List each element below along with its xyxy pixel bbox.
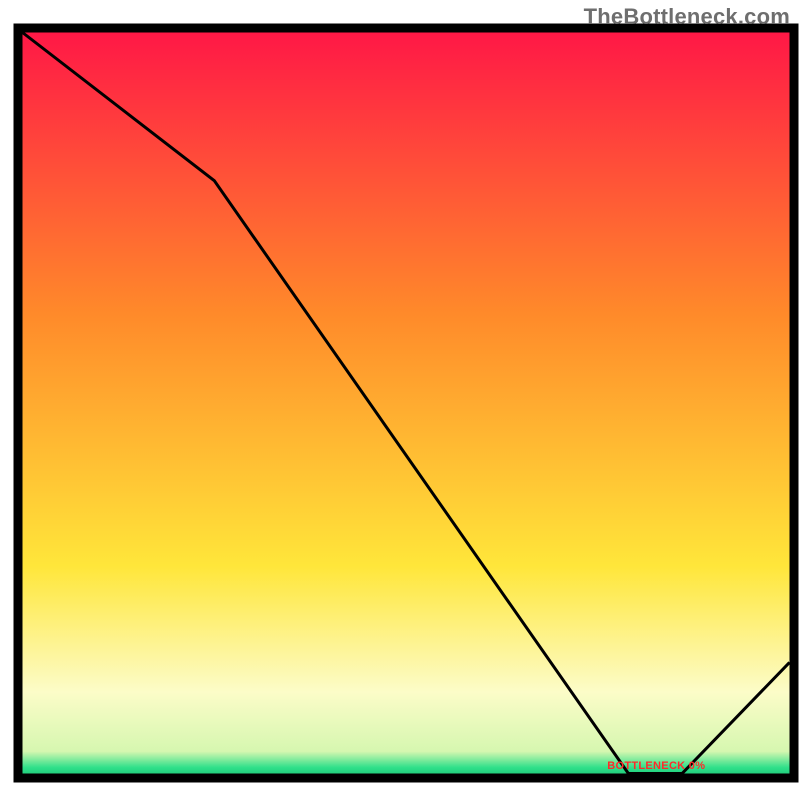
bottleneck-chart (0, 0, 800, 800)
plot-background (23, 33, 790, 774)
chart-container: { "attribution": "TheBottleneck.com", "b… (0, 0, 800, 800)
attribution-text: TheBottleneck.com (584, 4, 790, 30)
bottleneck-zero-badge: BOTTLENECK 0% (607, 760, 705, 772)
